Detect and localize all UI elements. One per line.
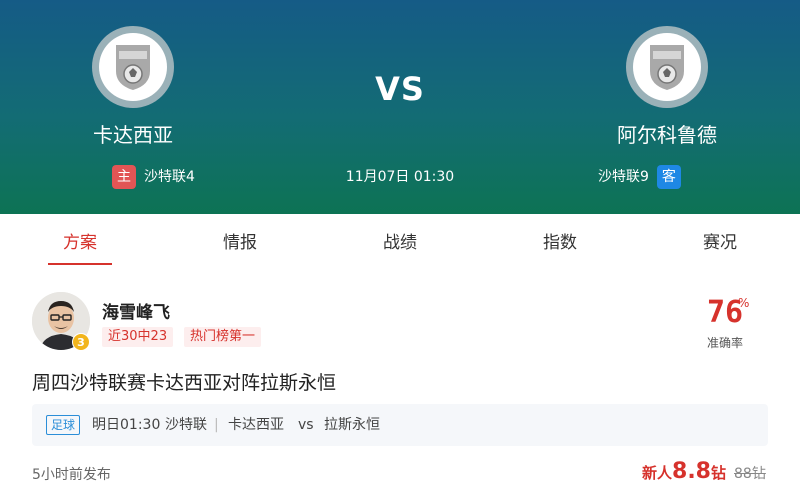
home-team[interactable]: 卡达西亚 <box>33 26 233 148</box>
home-league-rank: 沙特联4 <box>144 169 195 185</box>
match-card-home: 卡达西亚 <box>228 417 284 433</box>
away-badge: 客 <box>656 165 681 189</box>
match-header: 卡达西亚 VS 阿尔科鲁德 主沙特联4 11月07日 01:30 沙特联9 客 <box>0 0 800 214</box>
away-league-rank: 沙特联9 <box>598 169 649 185</box>
match-card-time: 明日01:30 <box>92 417 161 433</box>
match-card-away: 拉斯永恒 <box>324 417 380 433</box>
hot-rank-tag: 热门榜第一 <box>184 327 262 347</box>
away-team[interactable]: 阿尔科鲁德 <box>567 26 767 148</box>
tab-record[interactable]: 战绩 <box>360 228 440 253</box>
accuracy-stat: 76 % 准确率 <box>700 296 750 351</box>
article-title[interactable]: 周四沙特联赛卡达西亚对阵拉斯永恒 <box>32 368 336 395</box>
divider: | <box>214 417 219 433</box>
accuracy-unit: % <box>738 296 750 310</box>
match-time: 11月07日 01:30 <box>345 169 455 185</box>
shield-icon <box>650 45 684 90</box>
publish-time: 5小时前发布 <box>32 467 111 483</box>
expert-name[interactable]: 海雪峰飞 <box>102 298 170 323</box>
away-team-name: 阿尔科鲁德 <box>617 123 717 147</box>
match-card-league: 沙特联 <box>165 417 207 433</box>
vs-label: VS <box>375 70 425 108</box>
match-card-vs: vs <box>298 417 314 433</box>
tab-intel[interactable]: 情报 <box>200 228 280 253</box>
home-team-info: 主沙特联4 <box>112 164 195 190</box>
tab-plan[interactable]: 方案 <box>40 228 120 253</box>
home-badge: 主 <box>112 165 136 189</box>
price-value: 8.8 <box>672 459 711 484</box>
away-team-logo <box>626 26 708 108</box>
active-tab-indicator <box>48 263 112 265</box>
sport-tag: 足球 <box>46 415 81 435</box>
home-team-logo <box>92 26 174 108</box>
match-summary-card[interactable]: 足球 明日01:30 沙特联 | 卡达西亚 vs 拉斯永恒 <box>32 404 768 446</box>
away-team-info: 沙特联9 客 <box>598 164 681 190</box>
original-price: 88钻 <box>734 466 766 482</box>
home-team-name: 卡达西亚 <box>93 123 173 147</box>
tab-odds[interactable]: 指数 <box>520 228 600 253</box>
price-unit: 钻 <box>711 464 727 482</box>
price-prefix: 新人 <box>642 464 673 482</box>
hit-rate-tag: 近30中23 <box>102 327 174 347</box>
accuracy-label: 准确率 <box>706 336 743 350</box>
expert-card[interactable]: 3 海雪峰飞 近30中23 热门榜第一 <box>32 292 768 354</box>
price-button[interactable]: 新人8.8钻 88钻 <box>642 458 766 486</box>
shield-icon <box>116 45 150 90</box>
rank-badge: 3 <box>72 333 90 351</box>
tab-live[interactable]: 赛况 <box>680 228 760 253</box>
tab-bar: 方案 情报 战绩 指数 赛况 <box>0 214 800 268</box>
